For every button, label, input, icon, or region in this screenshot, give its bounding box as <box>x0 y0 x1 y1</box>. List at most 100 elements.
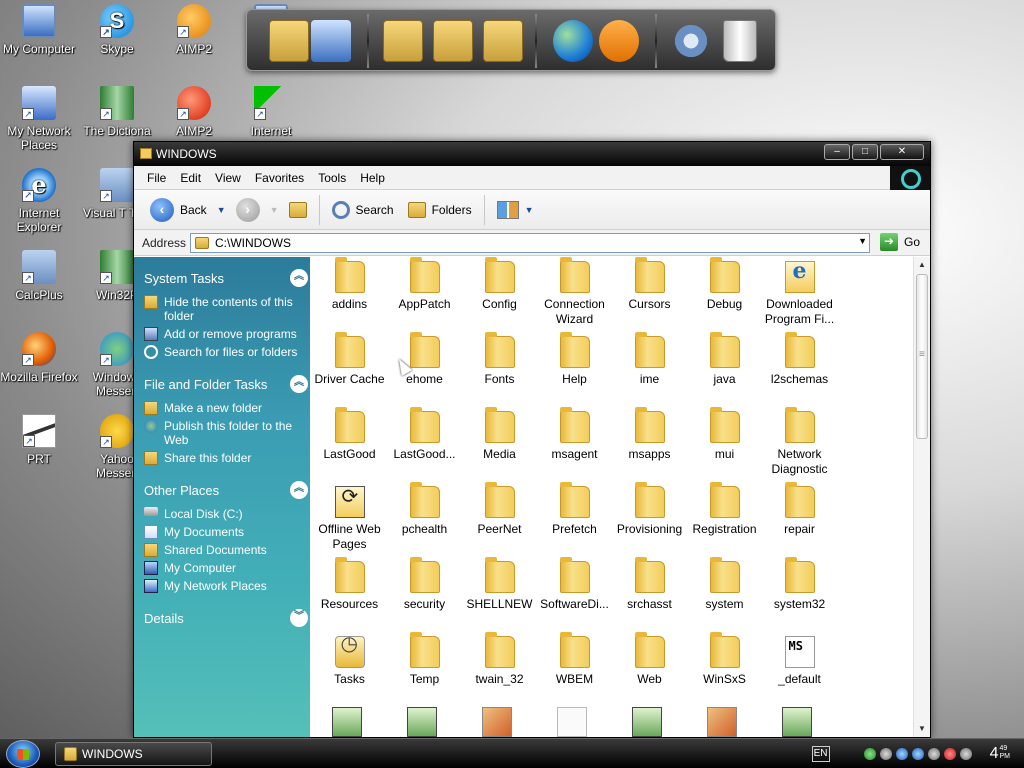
place-shared-documents[interactable]: Shared Documents <box>144 543 310 557</box>
file-item[interactable]: WinSxS <box>687 632 762 707</box>
task-share-folder[interactable]: Share this folder <box>144 451 310 465</box>
desktop-icon[interactable]: My Computer <box>0 4 78 56</box>
file-item[interactable]: Offline Web Pages <box>312 482 387 557</box>
desktop-icon[interactable]: ↗ AIMP2 <box>155 4 233 56</box>
clock[interactable]: 4 49 PM <box>990 745 1010 763</box>
expand-icon[interactable]: ︾ <box>290 609 308 627</box>
menu-view[interactable]: View <box>208 171 248 185</box>
desktop-icon[interactable]: ↗ My Network Places <box>0 86 78 152</box>
blank-file-icon[interactable] <box>557 707 587 737</box>
menu-help[interactable]: Help <box>353 171 392 185</box>
img-file-icon[interactable] <box>482 707 512 737</box>
desktop-icon[interactable]: ↗ PRT <box>0 414 78 466</box>
file-item[interactable]: AppPatch <box>387 257 462 332</box>
address-input[interactable]: C:\WINDOWS ▼ <box>190 233 870 253</box>
language-indicator[interactable]: EN <box>811 746 830 762</box>
file-item[interactable]: PeerNet <box>462 482 537 557</box>
desktop-icon[interactable]: ↗ Mozilla Firefox <box>0 332 78 384</box>
back-dropdown-icon[interactable]: ▼ <box>217 205 226 215</box>
taskbar-windows-button[interactable]: WINDOWS <box>55 742 212 766</box>
settings-gear-icon[interactable] <box>671 20 711 62</box>
title-bar[interactable]: WINDOWS – □ ✕ <box>134 142 930 166</box>
folders-button[interactable]: Folders <box>404 201 476 218</box>
file-item[interactable]: Web <box>612 632 687 707</box>
file-item[interactable]: Fonts <box>462 332 537 407</box>
file-item[interactable]: Prefetch <box>537 482 612 557</box>
media-player-dock-icon[interactable] <box>599 20 639 62</box>
volume-tray-icon[interactable] <box>927 748 940 760</box>
file-item[interactable]: Downloaded Program Fi... <box>762 257 837 332</box>
desktop-dock-icon[interactable] <box>311 20 351 62</box>
file-item[interactable]: Driver Cache <box>312 332 387 407</box>
file-item[interactable]: SHELLNEW <box>462 557 537 632</box>
menu-edit[interactable]: Edit <box>173 171 208 185</box>
file-item[interactable]: mui <box>687 407 762 482</box>
img-file-icon[interactable] <box>707 707 737 737</box>
computer-dock-icon[interactable] <box>269 20 309 62</box>
display-tray-icon[interactable] <box>911 748 924 760</box>
file-item[interactable]: Registration <box>687 482 762 557</box>
file-item[interactable]: SoftwareDi... <box>537 557 612 632</box>
file-item[interactable]: Cursors <box>612 257 687 332</box>
download-tray-icon[interactable] <box>895 748 908 760</box>
scroll-thumb[interactable] <box>916 274 928 439</box>
doc-file-icon[interactable] <box>332 707 362 737</box>
other-places-title[interactable]: Other Places <box>144 483 219 498</box>
file-item[interactable]: repair <box>762 482 837 557</box>
place-my-network[interactable]: My Network Places <box>144 579 310 593</box>
file-item[interactable]: Tasks <box>312 632 387 707</box>
safely-remove-icon[interactable] <box>863 748 876 760</box>
file-item[interactable]: Provisioning <box>612 482 687 557</box>
desktop-icon[interactable]: e ↗ Internet Explorer <box>0 168 78 234</box>
desktop-icon[interactable]: ↗ The Dictiona <box>78 86 156 138</box>
recycle-bin-icon[interactable] <box>723 20 757 62</box>
menu-favorites[interactable]: Favorites <box>248 171 311 185</box>
doc-file-icon[interactable] <box>782 707 812 737</box>
file-item[interactable]: Resources <box>312 557 387 632</box>
file-item[interactable]: Help <box>537 332 612 407</box>
doc-file-icon[interactable] <box>407 707 437 737</box>
scroll-up-icon[interactable]: ▲ <box>914 257 930 273</box>
minimize-button[interactable]: – <box>824 144 850 160</box>
back-button[interactable]: ‹ Back <box>146 197 211 222</box>
file-item[interactable]: LastGood... <box>387 407 462 482</box>
task-search-files[interactable]: Search for files or folders <box>144 345 310 359</box>
file-item[interactable]: java <box>687 332 762 407</box>
task-publish-web[interactable]: Publish this folder to the Web <box>144 419 310 447</box>
maximize-button[interactable]: □ <box>852 144 878 160</box>
folder-dock-icon[interactable] <box>383 20 423 62</box>
place-my-documents[interactable]: My Documents <box>144 525 310 539</box>
go-button[interactable]: ➜ Go <box>879 233 920 251</box>
close-button[interactable]: ✕ <box>880 144 924 160</box>
place-my-computer[interactable]: My Computer <box>144 561 310 575</box>
vertical-scrollbar[interactable]: ▲ ▼ <box>913 257 930 737</box>
pictures-dock-icon[interactable] <box>483 20 523 62</box>
file-item[interactable]: WBEM <box>537 632 612 707</box>
file-item[interactable]: Debug <box>687 257 762 332</box>
file-item[interactable]: security <box>387 557 462 632</box>
file-item[interactable]: msapps <box>612 407 687 482</box>
file-item[interactable]: system32 <box>762 557 837 632</box>
collapse-icon[interactable]: ︽ <box>290 269 308 287</box>
task-new-folder[interactable]: Make a new folder <box>144 401 310 415</box>
file-item[interactable]: addins <box>312 257 387 332</box>
file-item[interactable]: msagent <box>537 407 612 482</box>
desktop-icon[interactable]: S ↗ Skype <box>78 4 156 56</box>
file-item[interactable]: ime <box>612 332 687 407</box>
file-item[interactable]: Media <box>462 407 537 482</box>
address-dropdown-icon[interactable]: ▼ <box>858 236 867 246</box>
messenger-tray-icon[interactable] <box>959 748 972 760</box>
network-tray-icon[interactable] <box>879 748 892 760</box>
file-item[interactable]: _default <box>762 632 837 707</box>
file-item[interactable]: LastGood <box>312 407 387 482</box>
desktop-icon[interactable]: ↗ CalcPlus <box>0 250 78 302</box>
collapse-icon[interactable]: ︽ <box>290 481 308 499</box>
file-item[interactable]: Connection Wizard <box>537 257 612 332</box>
file-item[interactable]: srchasst <box>612 557 687 632</box>
menu-file[interactable]: File <box>140 171 173 185</box>
file-item[interactable]: Network Diagnostic <box>762 407 837 482</box>
forward-button[interactable]: › <box>232 197 264 222</box>
file-item[interactable]: system <box>687 557 762 632</box>
menu-tools[interactable]: Tools <box>311 171 353 185</box>
security-alert-icon[interactable] <box>943 748 956 760</box>
